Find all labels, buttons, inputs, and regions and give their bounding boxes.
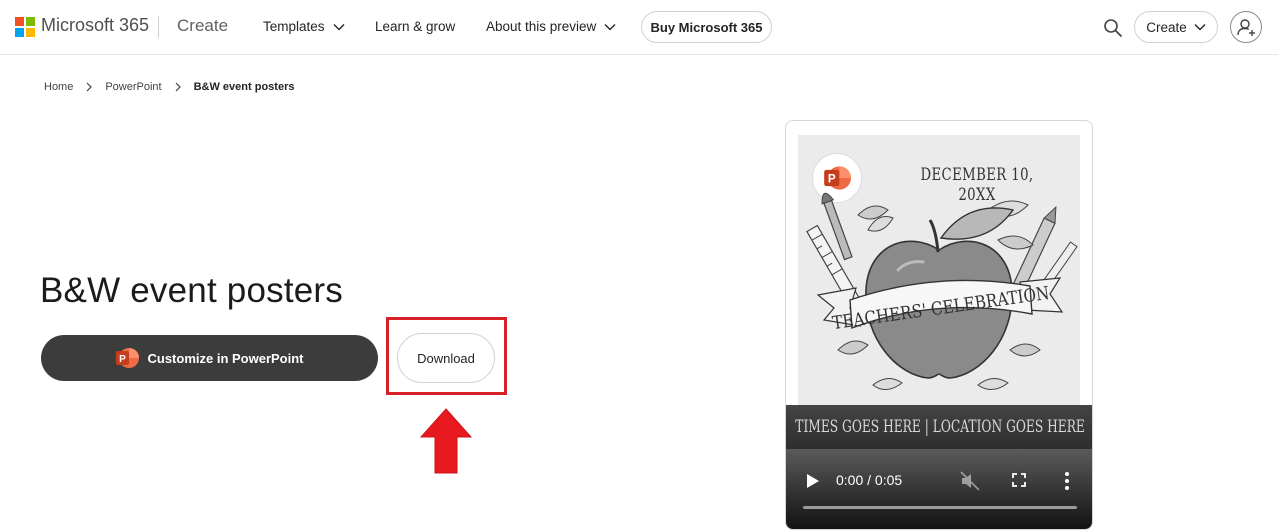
poster-preview: P DECEMBER 10, 20XX TEACHERS' CELEBRATIO… — [798, 135, 1080, 405]
poster-footer-bar: TIMES GOES HERE | LOCATION GOES HERE — [786, 405, 1092, 449]
nav-learn-grow-label: Learn & grow — [375, 19, 456, 34]
fullscreen-icon[interactable] — [1012, 473, 1026, 487]
breadcrumb-home[interactable]: Home — [44, 81, 73, 93]
create-menu-button[interactable]: Create — [1134, 11, 1218, 43]
customize-in-powerpoint-button[interactable]: P Customize in PowerPoint — [41, 335, 378, 381]
page-title: B&W event posters — [40, 271, 343, 310]
account-button[interactable] — [1230, 11, 1262, 43]
brand-name[interactable]: Microsoft 365 — [41, 15, 149, 36]
nav-about-preview-label: About this preview — [486, 19, 597, 34]
buy-microsoft-365-button[interactable]: Buy Microsoft 365 — [641, 11, 772, 43]
nav-templates[interactable]: Templates — [263, 19, 345, 34]
nav-learn-grow[interactable]: Learn & grow — [375, 19, 455, 34]
account-icon — [1237, 19, 1255, 36]
svg-text:P: P — [120, 354, 127, 365]
search-icon[interactable] — [1103, 18, 1123, 38]
video-time: 0:00 / 0:05 — [836, 472, 903, 488]
video-progress-bar[interactable] — [803, 506, 1077, 509]
breadcrumb-powerpoint[interactable]: PowerPoint — [105, 81, 161, 93]
brand-divider — [158, 16, 159, 38]
microsoft-logo-icon[interactable] — [15, 17, 35, 37]
nav-about-preview[interactable]: About this preview — [486, 19, 616, 34]
nav-templates-label: Templates — [263, 19, 325, 34]
chevron-down-icon — [604, 23, 616, 30]
play-icon[interactable] — [806, 473, 820, 489]
chevron-right-icon — [86, 82, 93, 92]
more-options-icon[interactable] — [1064, 471, 1070, 491]
chevron-down-icon — [1194, 24, 1206, 31]
customize-label: Customize in PowerPoint — [147, 350, 304, 366]
volume-muted-icon[interactable] — [960, 471, 980, 491]
powerpoint-icon: P — [116, 348, 140, 368]
apple-illustration: TEACHERS' CELEBRATION — [806, 192, 1078, 390]
section-title[interactable]: Create — [177, 16, 228, 36]
powerpoint-icon: P — [824, 166, 851, 190]
breadcrumb: Home PowerPoint B&W event posters — [44, 81, 294, 93]
create-menu-label: Create — [1146, 19, 1187, 35]
top-nav-bar: Microsoft 365 Create Templates Learn & g… — [0, 0, 1278, 55]
svg-text:P: P — [828, 173, 836, 186]
chevron-down-icon — [333, 23, 345, 30]
poster-footer-text: TIMES GOES HERE | LOCATION GOES HERE — [795, 417, 1085, 437]
arrow-up-icon — [419, 408, 473, 474]
download-button[interactable]: Download — [397, 333, 495, 383]
breadcrumb-current: B&W event posters — [193, 81, 295, 93]
video-controls: 0:00 / 0:05 — [786, 449, 1092, 529]
chevron-right-icon — [175, 82, 181, 92]
template-preview-card[interactable]: P DECEMBER 10, 20XX TEACHERS' CELEBRATIO… — [785, 120, 1093, 530]
